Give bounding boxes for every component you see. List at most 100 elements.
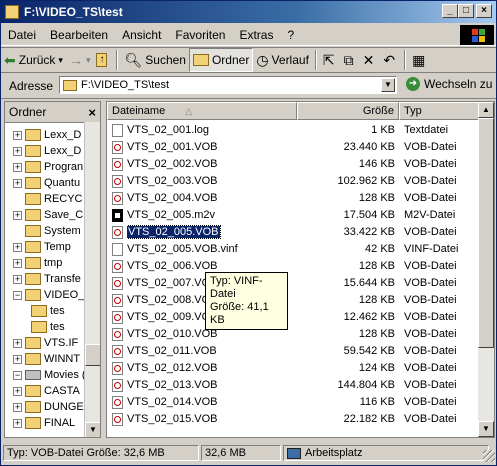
search-button[interactable]: 🔍︎ Suchen <box>121 49 188 71</box>
file-row[interactable]: VTS_02_005.VOB 33.422 KB VOB-Datei <box>107 224 481 241</box>
tree-item[interactable]: RECYC <box>13 191 83 207</box>
expand-toggle-icon[interactable]: + <box>13 178 22 188</box>
undo-button[interactable]: ↶ <box>380 49 401 71</box>
tree-item[interactable]: + CASTA <box>13 383 80 399</box>
expand-toggle-icon[interactable]: − <box>13 290 22 300</box>
folders-button[interactable]: Ordner <box>188 48 254 72</box>
expand-toggle-icon[interactable]: + <box>13 162 22 172</box>
back-dropdown-icon[interactable]: ▾ <box>58 55 63 66</box>
tree-item[interactable]: + Transfe <box>13 271 81 287</box>
file-name-text: VTS_02_009.VOB <box>127 311 218 323</box>
file-row[interactable]: VTS_02_007.VOB 15.644 KB VOB-Datei <box>107 275 481 292</box>
menu-bearbeiten[interactable]: Bearbeiten <box>43 28 115 42</box>
tree-item[interactable]: + Progran <box>13 159 83 175</box>
column-header-name[interactable]: Dateiname △ <box>107 102 297 120</box>
tree-item[interactable]: − VIDEO_ <box>13 287 84 303</box>
folders-pane-scrollbar[interactable]: ▼ <box>84 122 100 437</box>
history-clock-icon: ◷ <box>256 51 269 68</box>
tree-item[interactable]: + tmp <box>13 255 62 271</box>
address-input[interactable]: F:\VIDEO_TS\test ▼ <box>59 76 397 94</box>
expand-toggle-icon[interactable]: + <box>13 354 22 364</box>
tree-item[interactable]: + FINAL <box>13 415 75 431</box>
folders-pane-close-icon[interactable]: × <box>88 105 96 120</box>
file-row[interactable]: VTS_02_005.m2v 17.504 KB M2V-Datei <box>107 207 481 224</box>
file-type: VOB-Datei <box>404 413 457 425</box>
file-row[interactable]: VTS_02_006.VOB 128 KB VOB-Datei <box>107 258 481 275</box>
expand-toggle-icon[interactable]: + <box>13 338 22 348</box>
expand-toggle-icon[interactable]: − <box>13 370 22 380</box>
menu-ansicht[interactable]: Ansicht <box>115 28 168 42</box>
history-button[interactable]: ◷ Verlauf <box>253 49 312 71</box>
file-row[interactable]: VTS_02_010.VOB 128 KB VOB-Datei <box>107 326 481 343</box>
expand-toggle-icon[interactable]: + <box>13 258 22 268</box>
file-row[interactable]: VTS_02_011.VOB 59.542 KB VOB-Datei <box>107 343 481 360</box>
tree-item[interactable]: + WINNT <box>13 351 80 367</box>
menu-favoriten[interactable]: Favoriten <box>168 28 232 42</box>
expand-toggle-icon[interactable]: + <box>13 130 22 140</box>
menu-datei[interactable]: Datei <box>1 28 43 42</box>
column-header-size[interactable]: Größe <box>297 102 399 120</box>
tree-item[interactable]: + Temp <box>13 239 71 255</box>
file-row[interactable]: VTS_02_015.VOB 22.182 KB VOB-Datei <box>107 411 481 428</box>
file-list-scrollbar[interactable]: ▲ ▼ <box>478 102 494 437</box>
expand-toggle-icon[interactable]: + <box>13 274 22 284</box>
maximize-button[interactable]: □ <box>458 4 474 18</box>
file-row[interactable]: VTS_02_013.VOB 144.804 KB VOB-Datei <box>107 377 481 394</box>
vob-file-icon <box>112 175 123 188</box>
forward-button[interactable]: → ▾ <box>66 49 94 71</box>
title-bar[interactable]: F:\VIDEO_TS\test _ □ × <box>1 1 496 23</box>
move-to-button[interactable]: ⇱ <box>320 49 341 71</box>
folder-icon <box>25 225 41 237</box>
expand-toggle-icon[interactable]: + <box>13 146 22 156</box>
tree-item[interactable]: + Quantu <box>13 175 80 191</box>
tooltip-size: Größe: 41,1 KB <box>210 301 269 326</box>
menu-help[interactable]: ? <box>280 28 301 42</box>
file-row[interactable]: VTS_02_014.VOB 116 KB VOB-Datei <box>107 394 481 411</box>
file-name-text: VTS_02_001.log <box>127 124 209 136</box>
file-row[interactable]: VTS_02_001.log 1 KB Textdatei <box>107 122 481 139</box>
scroll-up-button[interactable]: ▲ <box>478 102 494 118</box>
close-button[interactable]: × <box>476 4 492 18</box>
tree-item[interactable]: tes <box>31 319 65 335</box>
scrollbar-thumb[interactable] <box>478 118 494 348</box>
expand-toggle-icon[interactable]: + <box>13 210 22 220</box>
tree-item[interactable]: + DUNGE <box>13 399 84 415</box>
tree-item[interactable]: + VTS.IF <box>13 335 78 351</box>
file-row[interactable]: VTS_02_009.VOB 12.462 KB VOB-Datei <box>107 309 481 326</box>
menu-extras[interactable]: Extras <box>232 28 280 42</box>
expand-toggle-icon[interactable]: + <box>13 386 22 396</box>
scroll-down-button[interactable]: ▼ <box>478 421 494 437</box>
address-dropdown-button[interactable]: ▼ <box>381 78 395 92</box>
column-header-type[interactable]: Typ <box>399 102 481 120</box>
file-row[interactable]: VTS_02_005.VOB.vinf 42 KB VINF-Datei <box>107 241 481 258</box>
up-button[interactable]: ↑ <box>93 49 113 71</box>
file-type: VOB-Datei <box>404 277 457 289</box>
file-name-text: VTS_02_011.VOB <box>127 345 217 357</box>
file-row[interactable]: VTS_02_008.VOB 128 KB VOB-Datei <box>107 292 481 309</box>
tree-item[interactable]: + Lexx_D <box>13 127 81 143</box>
up-folder-icon: ↑ <box>96 53 108 67</box>
scroll-down-button[interactable]: ▼ <box>85 422 100 437</box>
file-row[interactable]: VTS_02_003.VOB 102.962 KB VOB-Datei <box>107 173 481 190</box>
file-row[interactable]: VTS_02_004.VOB 128 KB VOB-Datei <box>107 190 481 207</box>
file-row[interactable]: VTS_02_001.VOB 23.440 KB VOB-Datei <box>107 139 481 156</box>
delete-button[interactable]: ✕ <box>360 49 381 71</box>
back-button[interactable]: ⬅ Zurück ▾ <box>1 49 66 71</box>
views-button[interactable]: ▦ <box>409 49 431 71</box>
expand-toggle-icon[interactable]: + <box>13 242 22 252</box>
file-row[interactable]: VTS_02_012.VOB 124 KB VOB-Datei <box>107 360 481 377</box>
tree-item[interactable]: + Lexx_D <box>13 143 81 159</box>
tree-item[interactable]: tes <box>31 303 65 319</box>
forward-dropdown-icon[interactable]: ▾ <box>86 55 91 66</box>
file-row[interactable]: VTS_02_002.VOB 146 KB VOB-Datei <box>107 156 481 173</box>
resize-grip[interactable] <box>483 450 495 462</box>
scrollbar-thumb[interactable] <box>85 344 100 366</box>
expand-toggle-icon[interactable]: + <box>13 418 22 428</box>
tree-item[interactable]: System <box>13 223 81 239</box>
copy-to-button[interactable]: ⧉ <box>341 49 360 71</box>
file-name-text: VTS_02_007.VOB <box>127 277 218 289</box>
go-button[interactable]: ➜ Wechseln zu <box>406 77 492 91</box>
minimize-button[interactable]: _ <box>442 4 458 18</box>
expand-toggle-icon[interactable]: + <box>13 402 22 412</box>
tree-item[interactable]: + Save_C <box>13 207 83 223</box>
